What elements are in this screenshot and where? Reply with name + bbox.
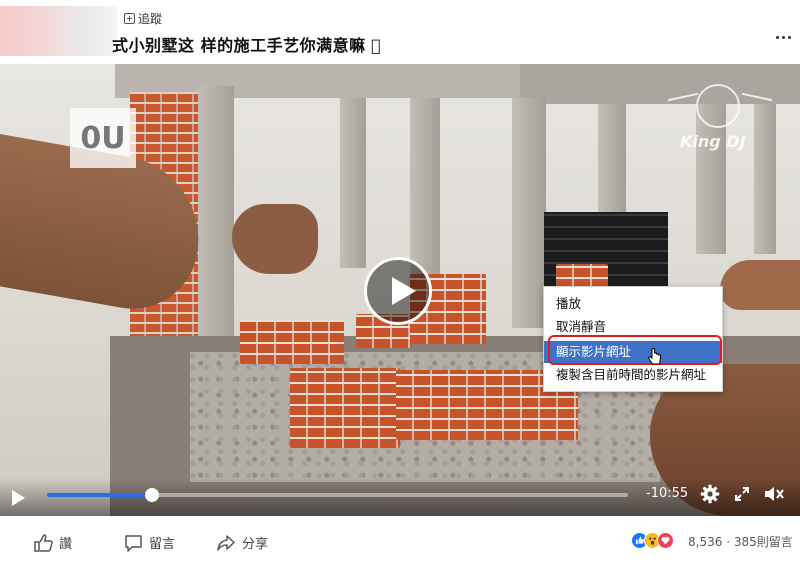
- progress-knob[interactable]: [144, 488, 159, 502]
- post-header: 追蹤 式小别墅这 样的施工手艺你满意嘛 🏻: [0, 0, 800, 64]
- time-remaining: -10:55: [646, 486, 689, 501]
- like-button[interactable]: 讚: [34, 533, 72, 552]
- post-actions: 讚 留言 分享 8,536 · 385則留言: [0, 516, 800, 564]
- follow-label: 追蹤: [138, 12, 163, 26]
- context-menu: 播放 取消靜音 顯示影片網址 複製含目前時間的影片網址: [543, 286, 723, 392]
- model-pillar: [198, 86, 234, 356]
- right-hand-upper: [720, 260, 800, 310]
- fullscreen-icon[interactable]: [734, 486, 750, 502]
- reaction-count: 8,536: [688, 535, 723, 549]
- like-icon: [34, 533, 53, 552]
- watermark-wing-left: [668, 92, 698, 118]
- watermark-wing-right: [742, 92, 772, 118]
- play-icon[interactable]: [12, 490, 25, 506]
- post-title: 式小别墅这 样的施工手艺你满意嘛 🏻: [112, 36, 382, 55]
- context-menu-item-unmute[interactable]: 取消靜音: [544, 316, 722, 338]
- share-button[interactable]: 分享: [216, 533, 268, 552]
- channel-watermark: King DJ: [668, 84, 778, 162]
- follow-button[interactable]: 追蹤: [124, 10, 162, 27]
- overlay-logo: 0U: [70, 108, 136, 168]
- comment-icon: [125, 534, 142, 552]
- progress-fill: [47, 493, 152, 497]
- context-menu-item-show-url[interactable]: 顯示影片網址: [544, 341, 722, 363]
- brick-pile: [240, 320, 344, 364]
- brick-pile: [556, 264, 608, 288]
- model-pillar: [410, 98, 440, 288]
- model-pillar: [340, 98, 366, 268]
- more-dots-icon[interactable]: [776, 34, 792, 42]
- context-menu-item-play[interactable]: 播放: [544, 293, 722, 315]
- love-reaction-icon: [657, 532, 674, 549]
- reaction-icons[interactable]: [631, 532, 674, 549]
- left-hand-fingers: [232, 204, 318, 274]
- model-pillar: [512, 98, 546, 328]
- brick-pile: [290, 368, 400, 448]
- progress-bar[interactable]: [47, 488, 628, 502]
- comment-count: 385則留言: [733, 535, 793, 549]
- context-menu-item-copy-url-time[interactable]: 複製含目前時間的影片網址: [544, 364, 722, 386]
- comment-button[interactable]: 留言: [124, 533, 175, 552]
- follow-plus-icon: [124, 13, 135, 24]
- like-label: 讚: [59, 537, 73, 552]
- comment-label: 留言: [149, 537, 176, 552]
- share-icon: [217, 534, 235, 551]
- watermark-text: King DJ: [680, 132, 746, 151]
- post-stats[interactable]: 8,536 · 385則留言: [688, 533, 793, 550]
- watermark-headphone-icon: [696, 84, 740, 128]
- cursor-icon: [647, 348, 661, 365]
- blurred-avatar[interactable]: [0, 6, 118, 56]
- volume-icon[interactable]: [763, 484, 785, 504]
- stats-separator: ·: [726, 535, 734, 549]
- video-player[interactable]: 0U King DJ 播放 取消靜音 顯示影片網址 複製含目前時間的影片網址 -…: [0, 64, 800, 516]
- share-label: 分享: [242, 537, 269, 552]
- play-icon[interactable]: [364, 257, 432, 325]
- gear-icon[interactable]: [700, 484, 720, 504]
